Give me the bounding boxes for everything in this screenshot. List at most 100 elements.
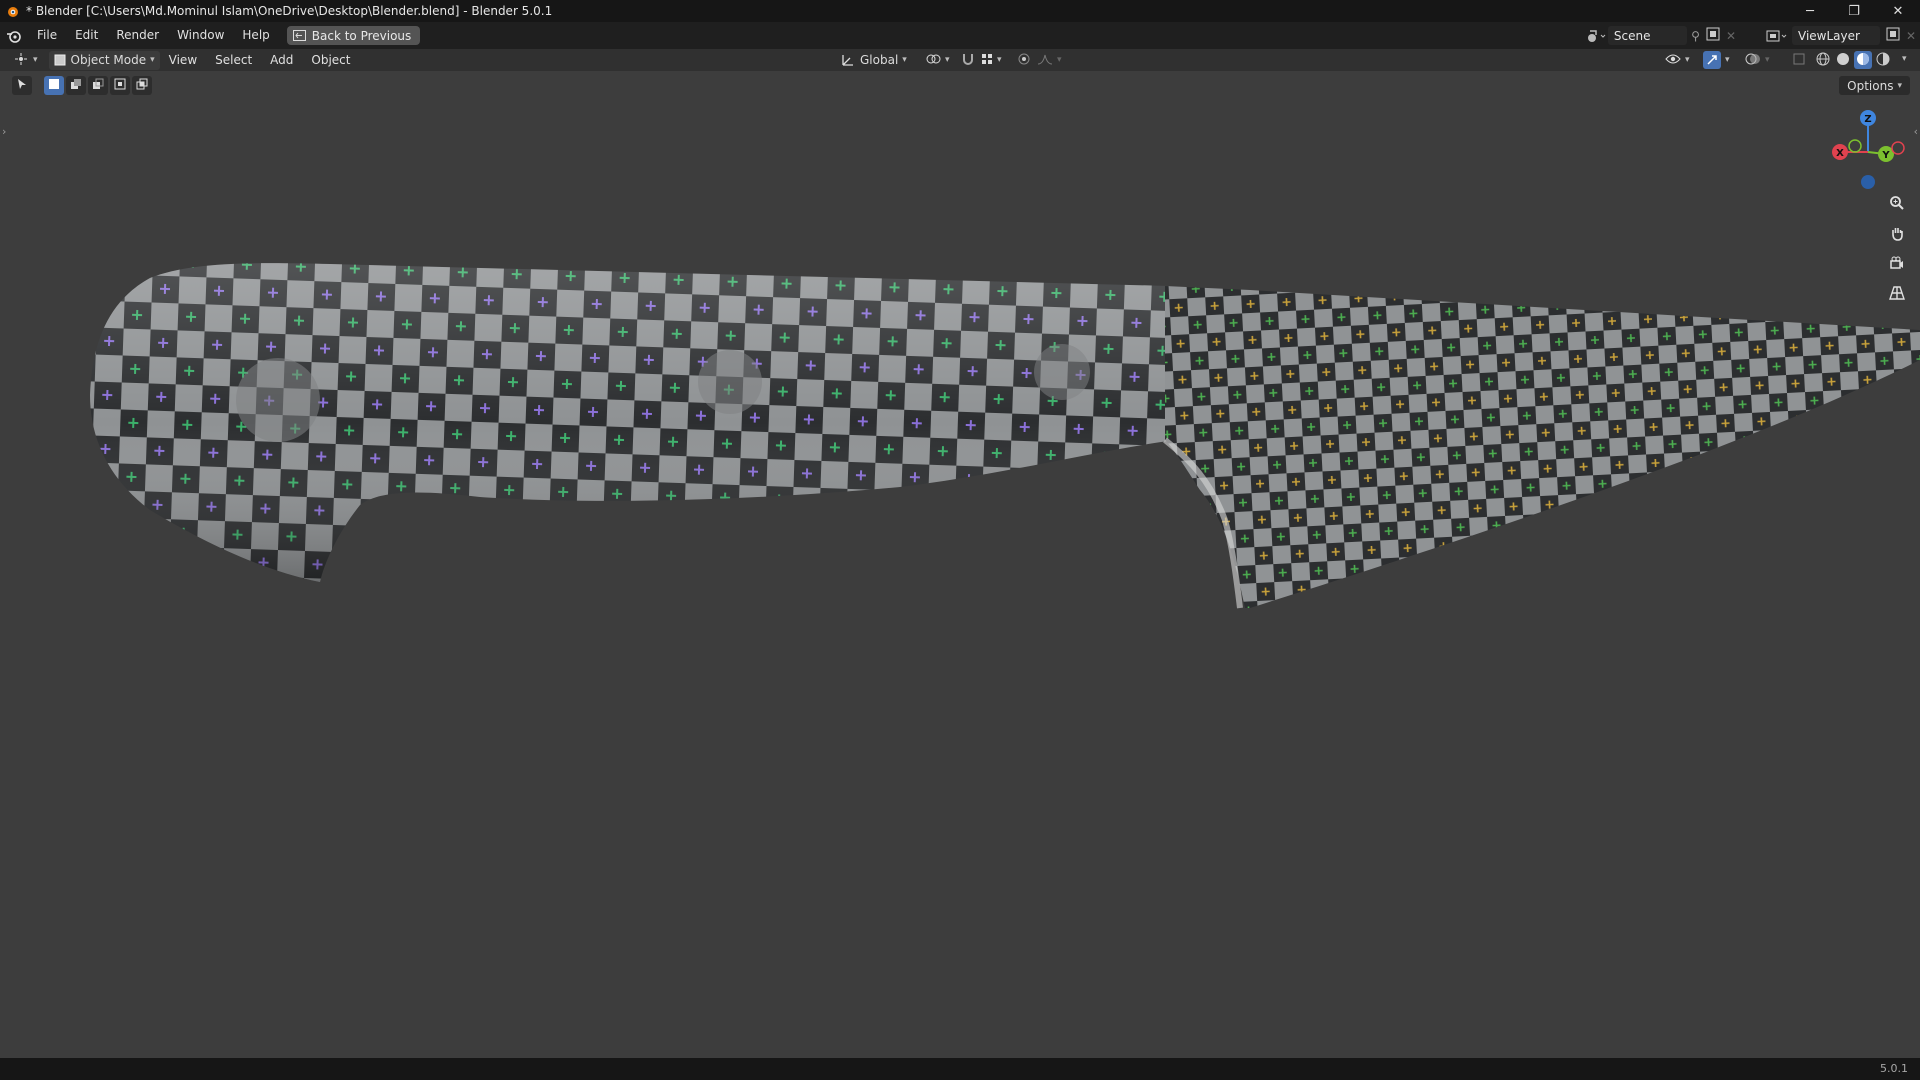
menu-render[interactable]: Render [107, 22, 168, 49]
snap-increment-icon [981, 53, 993, 68]
solid-shading-button[interactable] [1834, 51, 1852, 69]
rendered-sphere-icon [1876, 52, 1890, 69]
object-mode-icon [54, 54, 66, 66]
overlays-icon [1745, 52, 1761, 69]
material-preview-button[interactable] [1854, 51, 1872, 69]
delete-view-layer-icon[interactable]: ✕ [1906, 29, 1916, 43]
rendered-shading-button[interactable] [1874, 51, 1892, 69]
xray-icon [1792, 52, 1806, 69]
chevron-down-icon: ▾ [1685, 55, 1690, 65]
scene-selector[interactable]: Scene ⚲ ✕ [1586, 25, 1736, 46]
gizmo-y-label: Y [1881, 150, 1890, 161]
gizmo-icon [1703, 51, 1721, 69]
pivot-point-dropdown[interactable]: ▾ [920, 51, 955, 70]
chevron-down-icon: ▾ [150, 55, 155, 65]
select-new-mode-button[interactable] [44, 76, 64, 95]
select-intersect-icon [136, 78, 148, 93]
viewport-menu-view[interactable]: View [160, 47, 206, 74]
new-scene-icon[interactable] [1706, 27, 1720, 44]
sidebar-expand-chevron-icon[interactable]: ‹ [1914, 125, 1918, 138]
object-mode-label: Object Mode [70, 53, 147, 67]
select-intersect-mode-button[interactable] [132, 76, 152, 95]
minimize-button[interactable]: ─ [1788, 0, 1832, 22]
menu-file[interactable]: File [28, 22, 66, 49]
scene-name: Scene [1613, 28, 1651, 43]
toolbar-expand-chevron-icon[interactable]: › [2, 125, 6, 138]
chevron-down-icon: ▾ [1057, 55, 1062, 65]
select-subtract-mode-button[interactable] [88, 76, 108, 95]
rivet-hole-1 [236, 358, 320, 442]
select-tool-button[interactable] [12, 76, 32, 95]
close-button[interactable]: ✕ [1876, 0, 1920, 22]
blender-menu-icon[interactable] [0, 22, 28, 49]
tool-header [12, 76, 154, 95]
shading-options-chevron-icon[interactable]: ▾ [1902, 54, 1907, 64]
hand-icon [1889, 225, 1905, 244]
overlays-toggle[interactable]: ▾ [1740, 51, 1775, 70]
pan-button[interactable] [1885, 222, 1909, 246]
view-layer-icon[interactable] [1766, 29, 1792, 43]
object-mode-dropdown[interactable]: Object Mode ▾ [48, 50, 160, 70]
viewport-menu-object[interactable]: Object [302, 47, 359, 74]
knife-blade[interactable] [1165, 286, 1920, 608]
select-invert-icon [114, 78, 126, 93]
select-extend-mode-button[interactable] [66, 76, 86, 95]
cursor-arrow-icon [16, 78, 28, 93]
viewport-header: ▾ Object Mode ▾ View Select Add Object G… [0, 49, 1920, 71]
gizmo-toggle[interactable]: ▾ [1698, 51, 1735, 70]
menu-help[interactable]: Help [233, 22, 278, 49]
options-dropdown[interactable]: Options ▾ [1839, 76, 1910, 95]
gizmo-neg-x-axis[interactable] [1891, 141, 1905, 155]
view-layer-selector[interactable]: ViewLayer ✕ [1766, 25, 1920, 46]
transform-orientation-dropdown[interactable]: Global ▾ [836, 51, 912, 70]
menu-window[interactable]: Window [168, 22, 233, 49]
version-label: 5.0.1 [1880, 1062, 1908, 1075]
gizmo-x-label: X [1836, 148, 1844, 159]
wireframe-sphere-icon [1816, 52, 1830, 69]
camera-view-button[interactable] [1885, 252, 1909, 276]
maximize-button[interactable]: ❐ [1832, 0, 1876, 22]
editor-type-selector[interactable]: ▾ [8, 51, 43, 70]
status-bar: 5.0.1 [0, 1058, 1920, 1080]
wireframe-shading-button[interactable] [1814, 51, 1832, 69]
chevron-down-icon: ▾ [1765, 55, 1770, 65]
view-layer-name-field[interactable]: ViewLayer [1792, 26, 1880, 45]
pin-icon[interactable]: ⚲ [1691, 29, 1700, 43]
snap-target-dropdown[interactable]: ▾ [976, 51, 1007, 70]
perspective-toggle-button[interactable] [1885, 282, 1909, 306]
falloff-curve-icon [1037, 53, 1053, 68]
navigation-gizmo[interactable]: Z X Y [1826, 104, 1910, 194]
selectability-visibility-dropdown[interactable]: ▾ [1660, 51, 1695, 70]
gizmo-neg-z-axis[interactable] [1861, 175, 1875, 189]
scene-name-field[interactable]: Scene [1607, 26, 1688, 45]
viewport-menu-select[interactable]: Select [206, 47, 261, 74]
gizmo-neg-y-axis[interactable] [1848, 139, 1862, 153]
proportional-falloff-dropdown[interactable]: ▾ [1032, 51, 1067, 70]
menu-edit[interactable]: Edit [66, 22, 107, 49]
select-invert-mode-button[interactable] [110, 76, 130, 95]
magnet-icon [961, 52, 975, 69]
chevron-down-icon: ▾ [1897, 80, 1902, 91]
chevron-down-icon: ▾ [902, 55, 907, 65]
transform-orientation-label: Global [860, 53, 899, 67]
3d-viewport[interactable]: › ‹ [0, 71, 1920, 1058]
select-new-icon [48, 78, 60, 93]
scene-icon[interactable] [1586, 29, 1608, 43]
chevron-down-icon: ▾ [945, 55, 950, 65]
back-to-previous-label: Back to Previous [311, 28, 412, 43]
material-sphere-icon [1856, 52, 1870, 69]
window-title: * Blender [C:\Users\Md.Mominul Islam\One… [26, 4, 553, 18]
proportional-editing-icon [1017, 52, 1031, 69]
3d-viewport-editor-icon [13, 52, 29, 69]
knife-mesh-view [90, 263, 1920, 609]
chevron-down-icon: ▾ [33, 55, 38, 65]
xray-toggle[interactable] [1790, 51, 1808, 69]
new-view-layer-icon[interactable] [1886, 27, 1900, 44]
viewport-menu-add[interactable]: Add [261, 47, 302, 74]
view-layer-name: ViewLayer [1798, 28, 1860, 43]
zoom-button[interactable] [1885, 192, 1909, 216]
delete-scene-icon[interactable]: ✕ [1726, 29, 1736, 43]
grid-perspective-icon [1889, 285, 1905, 304]
back-to-previous-button[interactable]: Back to Previous [286, 26, 421, 45]
select-subtract-icon [92, 78, 104, 93]
